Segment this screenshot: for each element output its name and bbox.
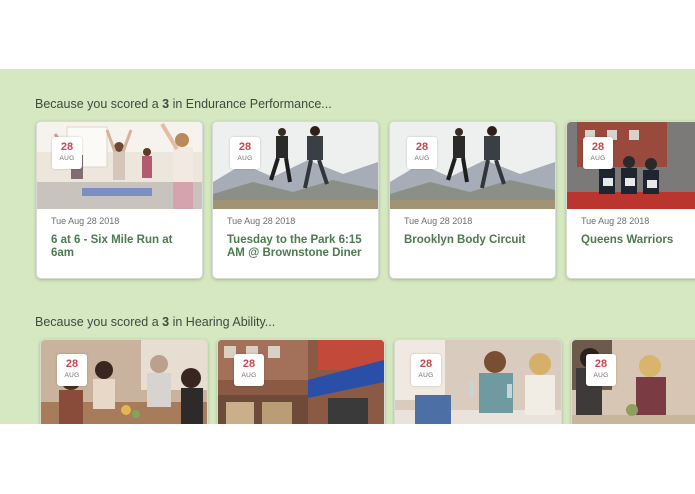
badge-day: 28 [238,141,252,153]
date-badge: 28 AUG [57,354,87,386]
badge-month: AUG [593,372,609,379]
badge-day: 28 [60,141,74,153]
event-card[interactable]: 28 AUG Tue Aug 28 2018 Queens Warriors [566,121,695,279]
heading-suffix: in Hearing Ability... [169,315,276,329]
event-card[interactable]: 28 AUG Tue Aug 28 2018 Brooklyn Body Cir… [389,121,556,279]
badge-month: AUG [237,155,253,162]
badge-month: AUG [64,372,80,379]
date-badge: 28 AUG [411,354,441,386]
section-heading-hearing: Because you scored a 3 in Hearing Abilit… [35,315,275,329]
heading-prefix: Because you scored a [35,315,163,329]
event-title[interactable]: Tuesday to the Park 6:15 AM @ Brownstone… [227,234,368,260]
badge-day: 28 [591,141,605,153]
date-badge: 28 AUG [583,137,613,169]
heading-prefix: Because you scored a [35,97,163,111]
date-badge: 28 AUG [234,354,264,386]
heading-suffix: in Endurance Performance... [169,97,332,111]
event-card[interactable]: 28 AUG [571,339,695,424]
event-card[interactable]: 28 AUG [40,339,208,424]
recommendations-panel: Because you scored a 3 in Endurance Perf… [0,69,695,424]
event-title[interactable]: Brooklyn Body Circuit [404,234,545,247]
event-card[interactable]: 28 AUG [394,339,562,424]
badge-month: AUG [418,372,434,379]
badge-day: 28 [415,141,429,153]
date-badge: 28 AUG [407,137,437,169]
badge-month: AUG [414,155,430,162]
event-card[interactable]: 28 AUG Tue Aug 28 2018 Tuesday to the Pa… [212,121,379,279]
date-badge: 28 AUG [52,137,82,169]
date-badge: 28 AUG [230,137,260,169]
date-badge: 28 AUG [586,354,616,386]
event-row-endurance: 28 AUG Tue Aug 28 2018 6 at 6 - Six Mile… [0,119,695,284]
badge-month: AUG [241,372,257,379]
event-date: Tue Aug 28 2018 [227,216,296,226]
event-row-hearing: 28 AUG 28 AUG 28 AUG 28 AUG [0,337,695,424]
badge-day: 28 [242,358,256,370]
event-date: Tue Aug 28 2018 [581,216,650,226]
badge-month: AUG [590,155,606,162]
event-card[interactable]: 28 AUG Tue Aug 28 2018 6 at 6 - Six Mile… [36,121,203,279]
event-title[interactable]: Queens Warriors [581,234,695,247]
event-card[interactable]: 28 AUG [217,339,385,424]
badge-month: AUG [59,155,75,162]
badge-day: 28 [65,358,79,370]
event-title[interactable]: 6 at 6 - Six Mile Run at 6am [51,234,192,260]
event-date: Tue Aug 28 2018 [404,216,473,226]
badge-day: 28 [594,358,608,370]
event-date: Tue Aug 28 2018 [51,216,120,226]
badge-day: 28 [419,358,433,370]
section-heading-endurance: Because you scored a 3 in Endurance Perf… [35,97,332,111]
